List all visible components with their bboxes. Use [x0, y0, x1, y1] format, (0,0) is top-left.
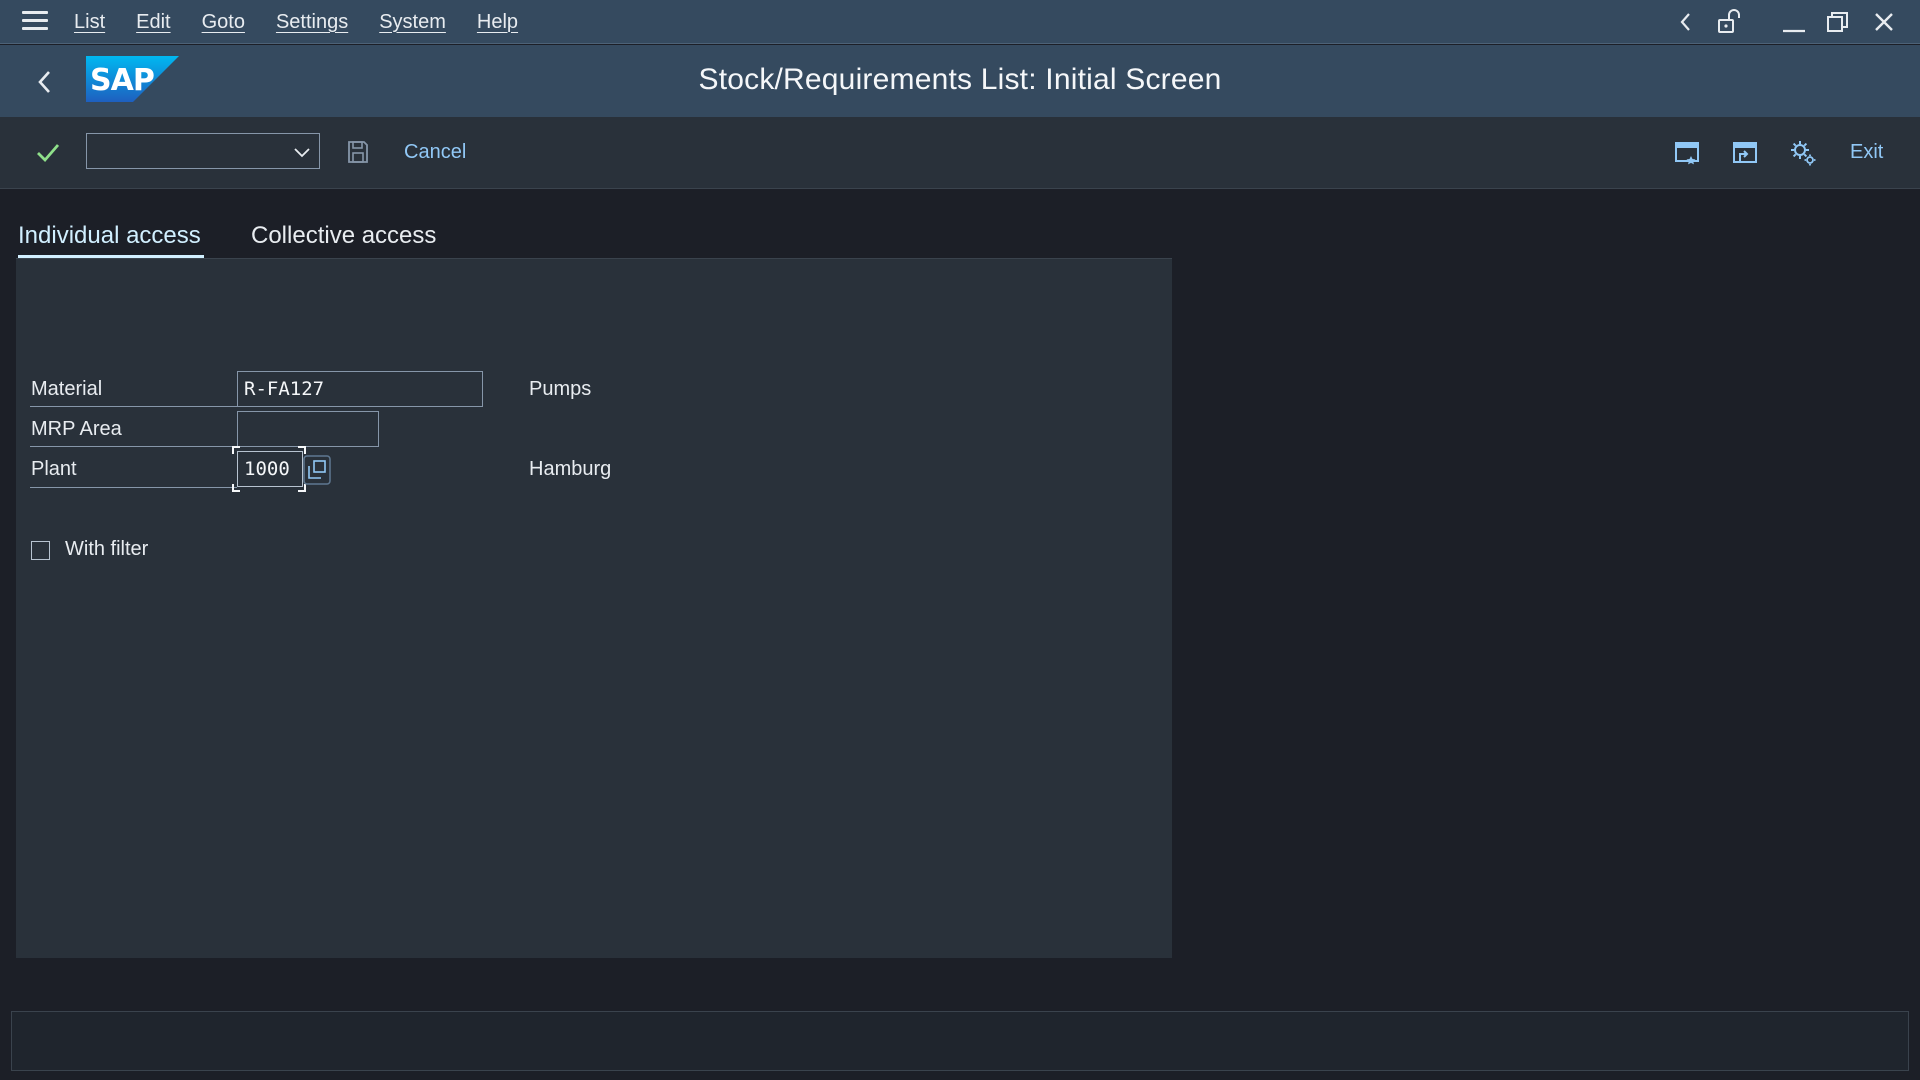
- menu-item-help[interactable]: Help: [477, 11, 518, 34]
- with-filter-checkbox[interactable]: [31, 541, 50, 560]
- focus-corner-tr: [298, 446, 306, 454]
- title-bar: SAP Stock/Requirements List: Initial Scr…: [0, 45, 1920, 117]
- mrp-area-input[interactable]: [237, 411, 379, 447]
- enter-check-icon[interactable]: [34, 139, 62, 167]
- tab-collective-access[interactable]: Collective access: [251, 222, 436, 250]
- plant-label: Plant: [31, 458, 77, 480]
- cancel-button[interactable]: Cancel: [404, 141, 466, 164]
- status-bar: [11, 1011, 1909, 1071]
- exit-button[interactable]: Exit: [1850, 141, 1883, 164]
- menu-item-settings[interactable]: Settings: [276, 11, 348, 34]
- minimize-icon[interactable]: [1778, 7, 1810, 37]
- tab-content-panel: [16, 258, 1172, 958]
- mrp-area-label-underline: [30, 446, 237, 447]
- settings-gear-icon[interactable]: [1789, 139, 1817, 167]
- hamburger-menu-icon[interactable]: [22, 11, 48, 33]
- page-title: Stock/Requirements List: Initial Screen: [698, 63, 1222, 96]
- menu-item-list[interactable]: List: [74, 11, 105, 34]
- menu-item-system[interactable]: System: [379, 11, 446, 34]
- value-help-icon[interactable]: [303, 455, 331, 485]
- material-description: Pumps: [529, 378, 592, 400]
- menu-item-goto[interactable]: Goto: [202, 11, 245, 34]
- focus-corner-bl: [232, 484, 240, 492]
- material-label: Material: [31, 378, 103, 400]
- plant-description: Hamburg: [529, 458, 612, 480]
- mrp-area-label: MRP Area: [31, 418, 122, 440]
- restore-window-icon[interactable]: [1822, 7, 1854, 37]
- menu-items: List Edit Goto Settings System Help: [74, 0, 549, 44]
- generate-shortcut-icon[interactable]: [1731, 139, 1759, 167]
- chevron-down-icon[interactable]: [293, 143, 311, 161]
- application-toolbar: Cancel Exit: [0, 117, 1920, 189]
- focus-corner-tl: [232, 446, 240, 454]
- create-session-icon[interactable]: [1673, 139, 1701, 167]
- menu-item-edit[interactable]: Edit: [136, 11, 170, 34]
- menu-bar: List Edit Goto Settings System Help: [0, 0, 1920, 44]
- unlock-icon[interactable]: [1713, 7, 1745, 37]
- close-icon[interactable]: [1868, 7, 1900, 37]
- with-filter-label: With filter: [65, 538, 149, 560]
- material-input[interactable]: R-FA127: [237, 371, 483, 407]
- save-icon[interactable]: [346, 139, 370, 165]
- collapse-chevron-left-icon[interactable]: [1670, 7, 1702, 37]
- plant-label-underline: [30, 487, 237, 488]
- command-field[interactable]: [86, 133, 320, 169]
- plant-input[interactable]: 1000: [237, 451, 303, 487]
- focus-corner-br: [298, 484, 306, 492]
- material-label-underline: [30, 406, 237, 407]
- tab-individual-access[interactable]: Individual access: [18, 222, 201, 250]
